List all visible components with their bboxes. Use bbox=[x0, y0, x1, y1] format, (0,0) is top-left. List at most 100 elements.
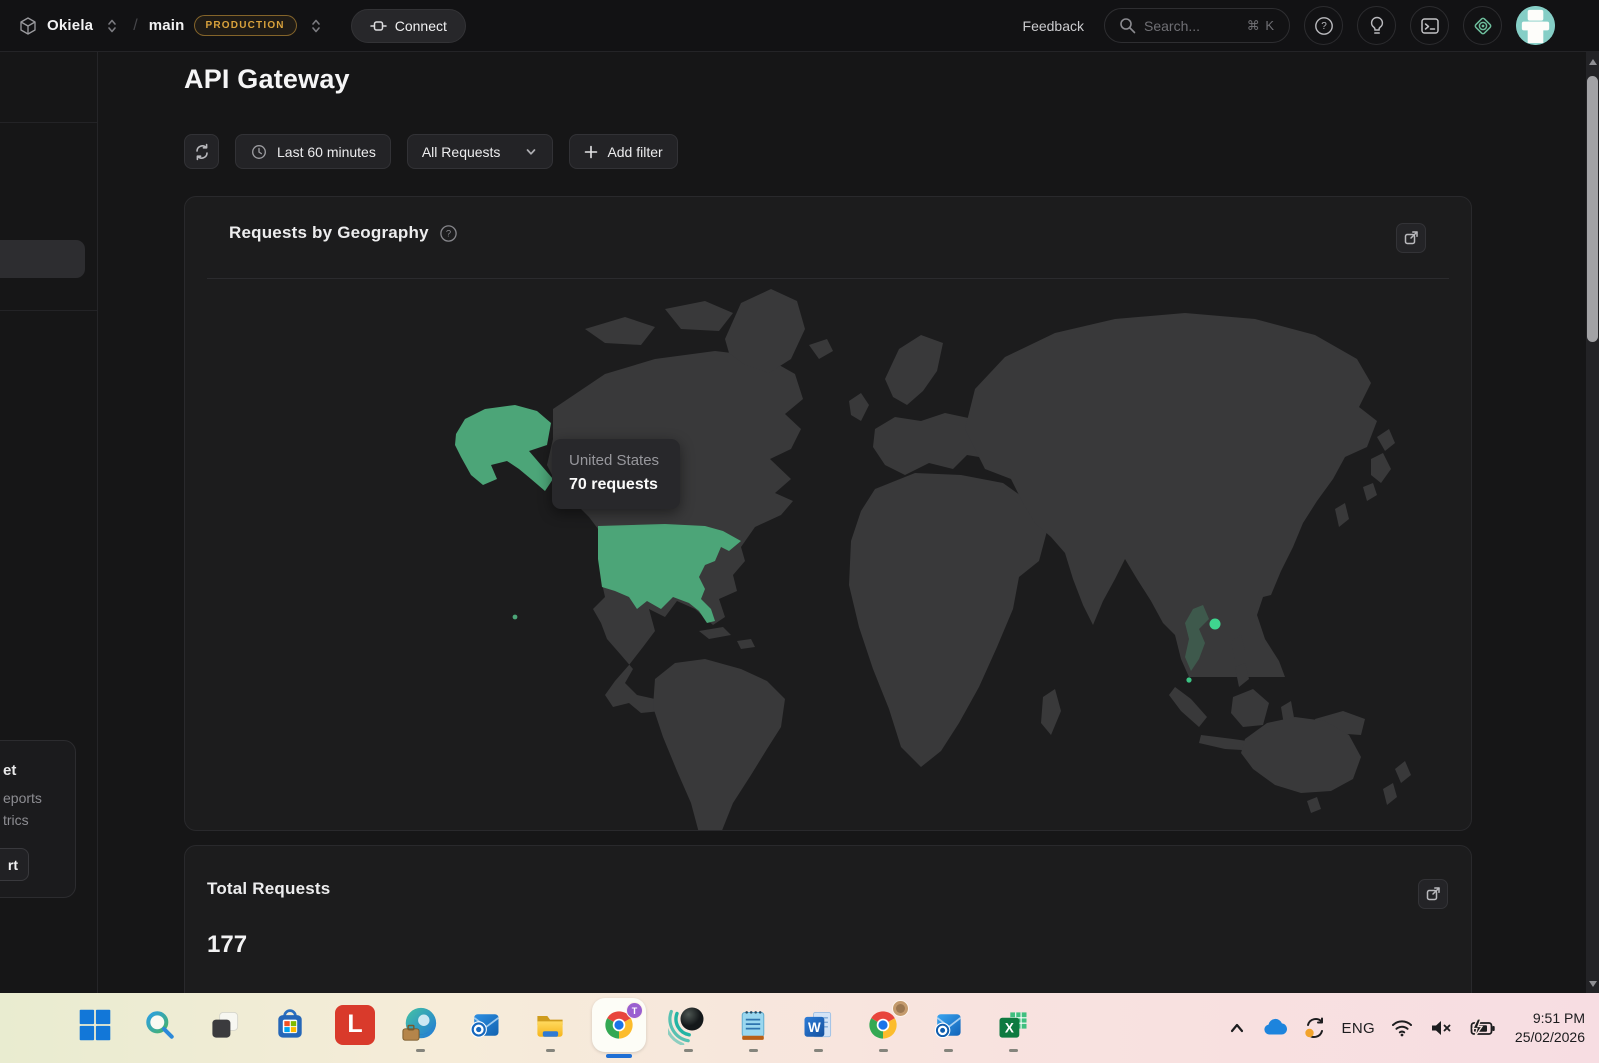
clock-date: 25/02/2026 bbox=[1514, 1029, 1585, 1045]
taskbar-clock[interactable]: 9:51 PM 25/02/2026 bbox=[1515, 1009, 1585, 1047]
clock-time: 9:51 PM bbox=[1532, 1010, 1585, 1026]
outlook-classic-icon bbox=[464, 1004, 506, 1046]
taskbar-file-explorer-button[interactable] bbox=[527, 1004, 573, 1053]
edge-browser-icon bbox=[399, 1004, 441, 1046]
environment-switcher-button[interactable] bbox=[306, 15, 326, 37]
breadcrumb: Okiela / main PRODUCTION Connect bbox=[18, 8, 466, 43]
vertical-scrollbar bbox=[1586, 52, 1599, 993]
tooltip-value: 70 requests bbox=[569, 476, 658, 493]
taskbar-outlook-new-button[interactable] bbox=[925, 1004, 971, 1053]
onedrive-button[interactable] bbox=[1262, 1018, 1288, 1038]
cube-icon bbox=[18, 16, 38, 36]
feedback-link[interactable]: Feedback bbox=[1023, 18, 1084, 34]
sync-status-button[interactable] bbox=[1303, 1016, 1327, 1040]
refresh-icon bbox=[195, 143, 208, 160]
request-filter-label: All Requests bbox=[421, 143, 501, 160]
l-app-icon: L bbox=[335, 1004, 375, 1045]
request-marker-small bbox=[1186, 677, 1192, 683]
taskbar-excel-button[interactable]: X bbox=[990, 1004, 1036, 1053]
taskbar-store-button[interactable] bbox=[267, 1004, 313, 1053]
page-title: API Gateway bbox=[184, 64, 350, 94]
add-filter-button[interactable]: Add filter bbox=[569, 134, 678, 169]
flow-button[interactable] bbox=[1463, 6, 1502, 45]
help-circle-icon[interactable]: ? bbox=[439, 224, 458, 243]
taskbar-outlook-classic-button[interactable] bbox=[462, 1004, 508, 1053]
question-mark-glyph: ? bbox=[1321, 21, 1327, 32]
system-tray: ENG 9:51 PM 25/02/2026 bbox=[1227, 993, 1585, 1063]
speaker-muted-icon bbox=[1431, 1021, 1451, 1035]
active-window-indicator bbox=[606, 1054, 632, 1058]
chrome-icon bbox=[862, 999, 909, 1046]
chevron-down-icon bbox=[524, 145, 538, 159]
language-indicator[interactable]: ENG bbox=[1342, 1020, 1375, 1037]
total-requests-value: 177 bbox=[207, 931, 248, 958]
taskbar-icons: L T W X bbox=[72, 993, 1036, 1063]
environment-badge: PRODUCTION bbox=[193, 15, 297, 36]
promo-text: trics bbox=[3, 812, 29, 828]
sidebar-promo-card: et eports trics rt bbox=[0, 740, 76, 898]
add-filter-label: Add filter bbox=[607, 143, 663, 160]
terminal-button[interactable] bbox=[1410, 6, 1449, 45]
world-map bbox=[455, 289, 1411, 830]
clock-icon bbox=[250, 143, 268, 161]
battery-charging-icon bbox=[1470, 1018, 1495, 1038]
taskbar-search-button[interactable] bbox=[137, 1004, 183, 1053]
taskbar-l-app-button[interactable]: L bbox=[332, 1004, 378, 1053]
help-button[interactable]: ? bbox=[1304, 6, 1343, 45]
terminal-icon bbox=[1419, 15, 1441, 37]
battery-button[interactable] bbox=[1468, 1017, 1496, 1039]
microsoft-store-icon bbox=[269, 1004, 311, 1046]
onedrive-cloud-icon bbox=[1263, 1018, 1287, 1035]
taskbar-chrome-work-button[interactable]: T bbox=[592, 998, 646, 1058]
taskbar-start-button[interactable] bbox=[72, 1004, 118, 1053]
scroll-up-arrow[interactable] bbox=[1586, 54, 1599, 68]
volume-muted-button[interactable] bbox=[1429, 1018, 1453, 1038]
taskbar-chrome-personal-button[interactable] bbox=[860, 999, 909, 1053]
sidebar: et eports trics rt bbox=[0, 52, 98, 993]
scrollbar-thumb[interactable] bbox=[1587, 76, 1598, 342]
taskbar-notepad-button[interactable] bbox=[730, 1004, 776, 1053]
open-total-requests-external-button[interactable] bbox=[1418, 879, 1448, 909]
world-map-region[interactable]: United States 70 requests bbox=[185, 279, 1471, 830]
request-marker-large bbox=[1209, 618, 1221, 630]
taskbar-sonar-sphere-button[interactable] bbox=[665, 1004, 711, 1053]
sonar-sphere-icon bbox=[667, 1004, 709, 1046]
tray-overflow-button[interactable] bbox=[1227, 1018, 1247, 1038]
taskbar-word-button[interactable]: W bbox=[795, 1004, 841, 1053]
search-icon bbox=[1119, 17, 1136, 34]
ideas-button[interactable] bbox=[1357, 6, 1396, 45]
promo-button[interactable]: rt bbox=[0, 848, 29, 881]
time-range-button[interactable]: Last 60 minutes bbox=[235, 134, 391, 169]
user-avatar[interactable] bbox=[1516, 6, 1555, 45]
project-name: Okiela bbox=[47, 17, 94, 34]
topbar-actions: Feedback Search... ⌘ K ? bbox=[1023, 6, 1585, 45]
scroll-down-arrow[interactable] bbox=[1586, 977, 1599, 991]
svg-text:?: ? bbox=[446, 228, 451, 239]
wifi-icon bbox=[1391, 1020, 1412, 1037]
project-switcher-button[interactable] bbox=[102, 15, 122, 37]
open-geography-external-button[interactable] bbox=[1396, 223, 1426, 253]
wifi-button[interactable] bbox=[1390, 1018, 1414, 1038]
refresh-button[interactable] bbox=[184, 134, 219, 169]
sidebar-item-selected[interactable] bbox=[0, 240, 85, 278]
request-filter-dropdown[interactable]: All Requests bbox=[406, 134, 554, 169]
taskbar-taskview-button[interactable] bbox=[202, 1004, 248, 1053]
notepad-icon bbox=[732, 1004, 774, 1046]
search-placeholder: Search... bbox=[1144, 17, 1201, 34]
requests-by-geography-card: Requests by Geography ? United States 70… bbox=[184, 196, 1472, 831]
filter-toolbar: Last 60 minutes All Requests Add filter bbox=[184, 134, 678, 169]
connect-button[interactable]: Connect bbox=[350, 8, 466, 43]
taskbar-edge-button[interactable] bbox=[397, 1004, 443, 1053]
tooltip-country: United States bbox=[569, 452, 660, 469]
top-bar: Okiela / main PRODUCTION Connect Feedbac… bbox=[0, 0, 1599, 52]
search-input[interactable]: Search... ⌘ K bbox=[1104, 8, 1290, 43]
excel-icon: X bbox=[992, 1004, 1034, 1046]
total-requests-card: Total Requests 177 bbox=[184, 845, 1472, 993]
sync-icon bbox=[1304, 1017, 1323, 1038]
branch-name: main bbox=[148, 17, 185, 34]
diamond-target-icon bbox=[1471, 14, 1495, 38]
plus-icon bbox=[584, 145, 598, 159]
windows-taskbar: L T W X ENG 9:51 PM 25/02/2026 bbox=[0, 993, 1599, 1063]
chrome-profile-badge: T bbox=[626, 1002, 643, 1019]
chrome-profile-avatar-badge bbox=[892, 999, 909, 1017]
